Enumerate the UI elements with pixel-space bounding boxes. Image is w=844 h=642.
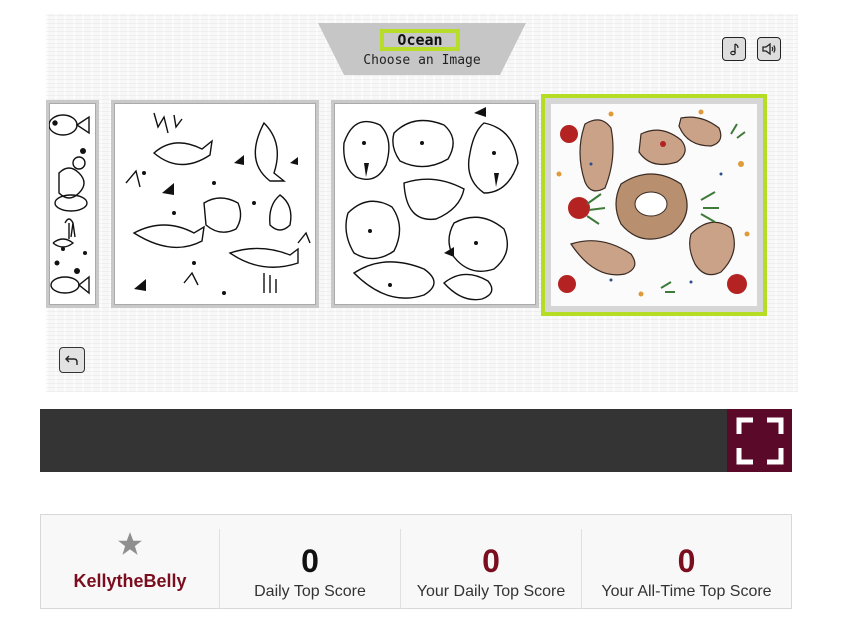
image-thumbnail-otters[interactable]	[541, 94, 767, 316]
walruses-artwork	[343, 107, 519, 301]
your-all-time-top-score-value: 0	[677, 543, 696, 579]
daily-top-score-label: Daily Top Score	[254, 583, 366, 600]
sharks-artwork	[125, 112, 311, 295]
image-thumbnail-walruses[interactable]	[331, 100, 539, 308]
otters-artwork	[551, 104, 757, 306]
username[interactable]: KellytheBelly	[41, 571, 219, 592]
your-daily-top-score-cell: 0 Your Daily Top Score	[401, 529, 581, 609]
undo-arrow-icon	[65, 355, 78, 365]
your-all-time-top-score-label: Your All-Time Top Score	[601, 583, 772, 600]
back-button[interactable]	[59, 347, 85, 373]
fullscreen-icon	[736, 417, 783, 464]
game-toolbar	[40, 409, 792, 472]
music-toggle-button[interactable]	[722, 37, 746, 61]
scoreboard: KellytheBelly 0 Daily Top Score 0 Your D…	[40, 514, 792, 609]
category-title: Ocean	[380, 29, 460, 51]
fullscreen-button[interactable]	[727, 409, 792, 472]
music-note-icon	[730, 43, 739, 56]
choose-image-subtitle: Choose an Image	[363, 53, 481, 68]
category-banner: Ocean Choose an Image	[318, 23, 526, 75]
your-all-time-top-score-cell: 0 Your All-Time Top Score	[582, 529, 791, 609]
your-daily-top-score-label: Your Daily Top Score	[416, 583, 566, 600]
image-thumbnail-sharks[interactable]	[111, 100, 319, 308]
speaker-icon	[762, 42, 776, 56]
star-icon	[118, 532, 142, 555]
sound-toggle-button[interactable]	[757, 37, 781, 61]
your-daily-top-score-value: 0	[482, 543, 500, 579]
daily-top-score-cell: 0 Daily Top Score	[220, 529, 400, 609]
ocean-partial-artwork	[49, 114, 90, 295]
image-thumbnail-ocean-partial[interactable]	[46, 100, 99, 308]
user-cell: KellytheBelly	[41, 529, 219, 609]
daily-top-score-value: 0	[301, 543, 319, 579]
